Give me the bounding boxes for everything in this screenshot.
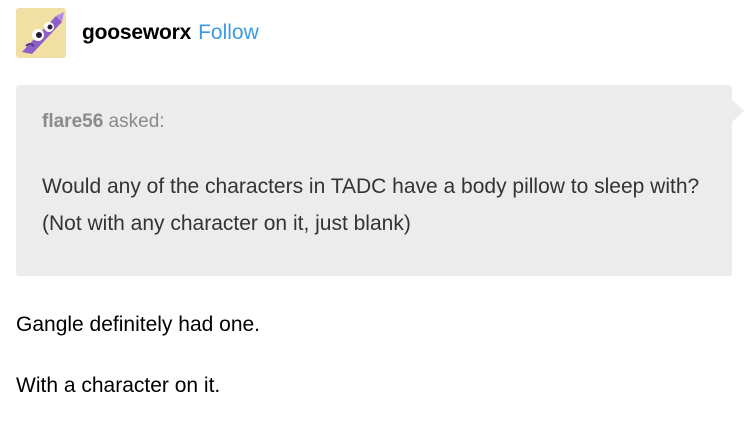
asker-line: flare56 asked: — [42, 111, 165, 133]
post-header: gooseworx Follow — [16, 7, 259, 59]
ask-tail — [731, 99, 744, 123]
purple-goose-avatar-icon — [16, 8, 66, 58]
blog-name[interactable]: gooseworx — [82, 21, 191, 45]
ask-box: flare56 asked: Would any of the characte… — [16, 85, 744, 276]
avatar[interactable] — [16, 8, 66, 58]
answer-paragraph: Gangle definitely had one. — [16, 313, 261, 336]
answer-paragraph: With a character on it. — [16, 374, 221, 397]
post: gooseworx Follow flare56 asked: Would an… — [0, 0, 755, 433]
asked-label: asked: — [103, 111, 165, 132]
follow-button[interactable]: Follow — [198, 21, 259, 45]
question-text: Would any of the characters in TADC have… — [42, 175, 700, 235]
asker-name[interactable]: flare56 — [42, 111, 103, 132]
